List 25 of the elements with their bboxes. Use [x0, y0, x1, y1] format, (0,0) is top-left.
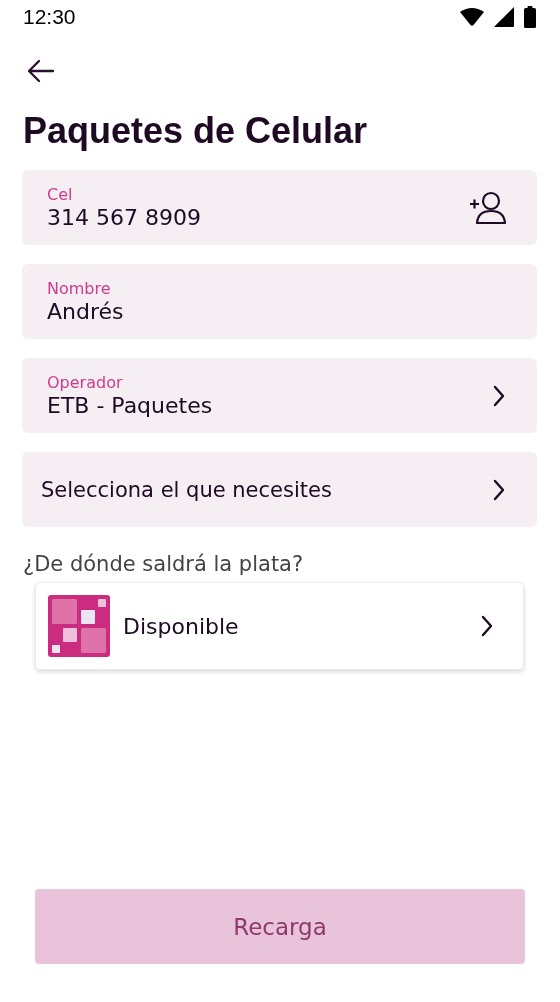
battery-icon [524, 6, 536, 28]
field-label: Operador [47, 372, 124, 392]
account-name: Disponible [123, 613, 240, 639]
operator-select[interactable]: Operador ETB - Paquetes [22, 358, 537, 433]
account-card[interactable]: Disponible [35, 582, 524, 670]
add-contact-icon[interactable] [469, 189, 507, 226]
back-button[interactable] [27, 59, 55, 83]
status-time: 12:30 [23, 5, 76, 29]
package-select[interactable]: Selecciona el que necesites [22, 452, 537, 527]
input-field[interactable]: Nombre Andrés [22, 264, 537, 339]
field-value: 314 567 8909 [47, 203, 201, 231]
input-field[interactable]: Cel 314 567 8909 [22, 170, 537, 245]
field-value: ETB - Paquetes [47, 391, 213, 419]
field-value: Selecciona el que necesites [41, 477, 332, 502]
chevron-right-icon [491, 478, 507, 501]
account-logo-icon [48, 595, 110, 657]
chevron-right-icon [491, 384, 507, 407]
chevron-right-icon [479, 615, 495, 637]
page-title: Paquetes de Celular [23, 109, 369, 153]
field-label: Cel [47, 184, 74, 204]
wifi-icon [460, 8, 484, 26]
field-value: Andrés [47, 297, 124, 325]
field-label: Nombre [47, 278, 112, 298]
source-question: ¿De dónde saldrá la plata? [23, 552, 305, 576]
signal-icon [494, 7, 514, 27]
